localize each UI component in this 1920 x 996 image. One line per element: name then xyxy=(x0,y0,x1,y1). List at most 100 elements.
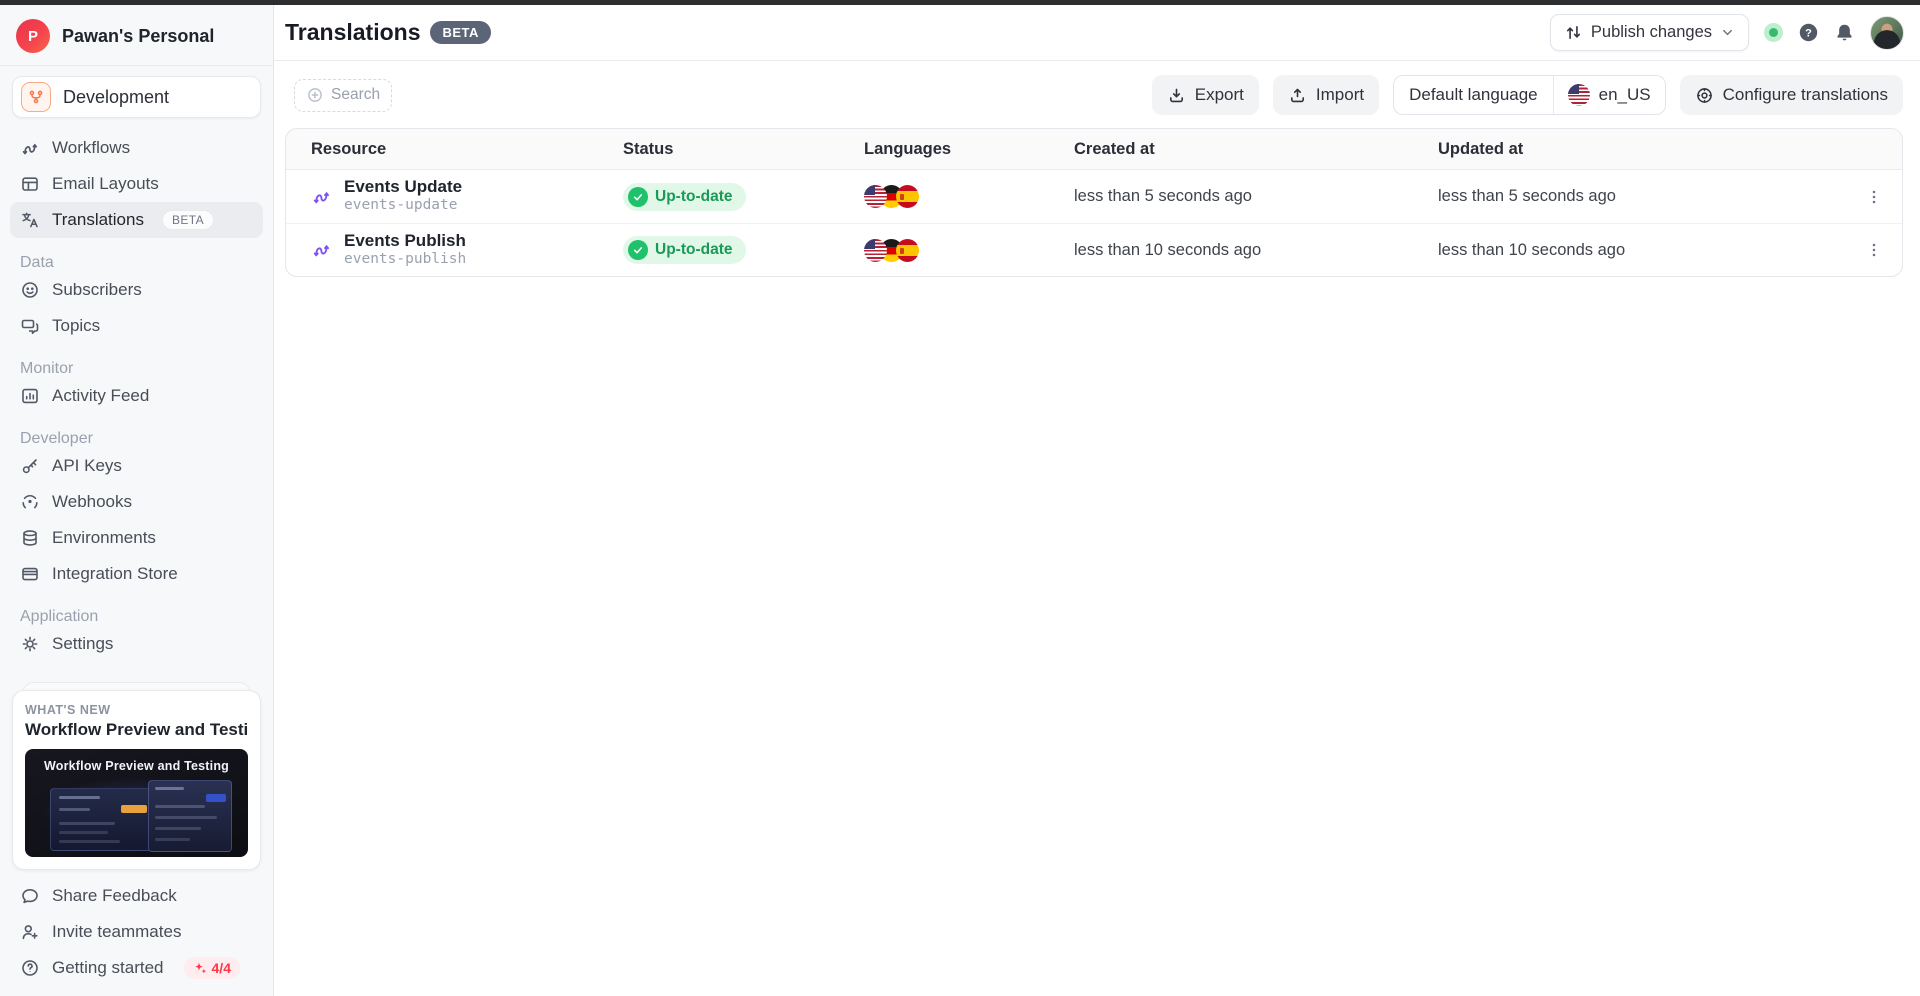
sidebar-item-label: Activity Feed xyxy=(52,386,149,406)
sidebar-item-topics[interactable]: Topics xyxy=(10,308,263,344)
help-button[interactable]: ? xyxy=(1798,22,1819,43)
section-label-data: Data xyxy=(10,246,263,272)
getting-started-button[interactable]: Getting started 4/4 xyxy=(10,950,263,986)
environment-selector[interactable]: Development xyxy=(12,76,261,118)
chevron-down-icon xyxy=(1720,25,1735,40)
git-branch-icon xyxy=(21,82,51,112)
search-button[interactable]: Search xyxy=(294,79,392,112)
column-header-updated-at: Updated at xyxy=(1438,140,1846,159)
whats-new-card[interactable]: WHAT'S NEW Workflow Preview and Testing … xyxy=(12,690,261,870)
connection-status-dot xyxy=(1764,23,1783,42)
sidebar-item-workflows[interactable]: Workflows xyxy=(10,130,263,166)
sidebar-item-translations[interactable]: Translations BETA xyxy=(10,202,263,238)
settings-circle-icon xyxy=(1695,86,1714,105)
language-flags xyxy=(864,185,1074,208)
us-flag-icon xyxy=(864,185,887,208)
import-button[interactable]: Import xyxy=(1273,75,1379,115)
default-language-value[interactable]: en_US xyxy=(1554,76,1665,114)
export-label: Export xyxy=(1195,85,1244,105)
status-badge: Up-to-date xyxy=(623,236,746,264)
sidebar-item-integration-store[interactable]: Integration Store xyxy=(10,556,263,592)
column-header-resource: Resource xyxy=(286,140,623,159)
sidebar-item-settings[interactable]: Settings xyxy=(10,626,263,662)
org-name: Pawan's Personal xyxy=(62,26,214,47)
publish-changes-button[interactable]: Publish changes xyxy=(1550,14,1749,51)
spain-flag-icon xyxy=(896,239,919,262)
invite-teammates-button[interactable]: Invite teammates xyxy=(10,914,263,950)
table-row[interactable]: Events Update events-update Up-to-date xyxy=(286,170,1902,223)
row-menu-button[interactable] xyxy=(1846,241,1902,259)
languages-cell xyxy=(864,185,1074,208)
key-icon xyxy=(20,456,40,476)
updated-at-cell: less than 10 seconds ago xyxy=(1438,241,1846,260)
page-beta-badge: BETA xyxy=(430,21,490,44)
import-label: Import xyxy=(1316,85,1364,105)
sidebar-item-label: Topics xyxy=(52,316,100,336)
sidebar-item-label: Workflows xyxy=(52,138,130,158)
subscribers-icon xyxy=(20,280,40,300)
sidebar-item-environments[interactable]: Environments xyxy=(10,520,263,556)
thumb-panel-left xyxy=(50,788,155,851)
section-label-application: Application xyxy=(10,600,263,626)
column-header-created-at: Created at xyxy=(1074,140,1438,159)
environment-label: Development xyxy=(63,87,169,108)
kebab-menu-icon xyxy=(1865,188,1883,206)
resource-name: Events Update xyxy=(344,178,462,197)
workflow-icon xyxy=(20,138,40,158)
speech-bubble-icon xyxy=(20,886,40,906)
resource-cell: Events Update events-update xyxy=(286,178,623,214)
sidebar-item-label: Settings xyxy=(52,634,113,654)
footer-item-label: Getting started xyxy=(52,958,164,978)
toolbar-actions: Export Import Default language xyxy=(1152,75,1903,115)
main-area: Translations BETA Publish changes xyxy=(274,5,1920,996)
download-icon xyxy=(1167,86,1186,105)
gear-icon xyxy=(20,634,40,654)
sidebar-footer: Share Feedback Invite teammates xyxy=(0,870,273,996)
whats-new-eyebrow: WHAT'S NEW xyxy=(25,703,248,717)
sidebar-item-label: Environments xyxy=(52,528,156,548)
default-language-control[interactable]: Default language en_US xyxy=(1393,75,1666,115)
created-at-cell: less than 5 seconds ago xyxy=(1074,187,1438,206)
layout-icon xyxy=(20,174,40,194)
sidebar-item-label: Translations xyxy=(52,210,144,230)
status-cell: Up-to-date xyxy=(623,236,864,264)
resource-cell: Events Publish events-publish xyxy=(286,232,623,268)
row-menu-button[interactable] xyxy=(1846,188,1902,206)
whats-new-thumbnail: Workflow Preview and Testing xyxy=(25,749,248,857)
sidebar-item-label: Webhooks xyxy=(52,492,132,512)
share-feedback-button[interactable]: Share Feedback xyxy=(10,878,263,914)
configure-translations-button[interactable]: Configure translations xyxy=(1680,75,1903,115)
sidebar-item-label: Subscribers xyxy=(52,280,142,300)
store-icon xyxy=(20,564,40,584)
resource-slug: events-publish xyxy=(344,251,466,268)
translate-icon xyxy=(20,210,40,230)
table-row[interactable]: Events Publish events-publish Up-to-date xyxy=(286,223,1902,276)
sidebar-item-api-keys[interactable]: API Keys xyxy=(10,448,263,484)
svg-text:?: ? xyxy=(1805,27,1812,39)
whats-new-title: Workflow Preview and Testing i... xyxy=(25,720,248,740)
translations-table: Resource Status Languages Created at Upd… xyxy=(285,128,1903,277)
status-badge: Up-to-date xyxy=(623,183,746,211)
notifications-button[interactable] xyxy=(1834,22,1855,43)
org-avatar: P xyxy=(16,19,50,53)
created-at-cell: less than 10 seconds ago xyxy=(1074,241,1438,260)
help-circle-icon xyxy=(20,958,40,978)
sidebar-item-webhooks[interactable]: Webhooks xyxy=(10,484,263,520)
topics-icon xyxy=(20,316,40,336)
user-avatar[interactable] xyxy=(1870,16,1904,50)
upload-icon xyxy=(1288,86,1307,105)
user-plus-icon xyxy=(20,922,40,942)
getting-started-progress-badge: 4/4 xyxy=(184,957,240,979)
org-switcher[interactable]: P Pawan's Personal xyxy=(0,5,273,66)
sidebar-item-activity-feed[interactable]: Activity Feed xyxy=(10,378,263,414)
sidebar-item-subscribers[interactable]: Subscribers xyxy=(10,272,263,308)
sidebar-item-email-layouts[interactable]: Email Layouts xyxy=(10,166,263,202)
status-cell: Up-to-date xyxy=(623,183,864,211)
configure-translations-label: Configure translations xyxy=(1723,85,1888,105)
help-filled-icon: ? xyxy=(1798,22,1819,43)
table-header-row: Resource Status Languages Created at Upd… xyxy=(286,129,1902,170)
header-actions: Publish changes ? xyxy=(1550,14,1904,51)
export-button[interactable]: Export xyxy=(1152,75,1259,115)
resource-slug: events-update xyxy=(344,197,462,214)
webhook-icon xyxy=(20,492,40,512)
